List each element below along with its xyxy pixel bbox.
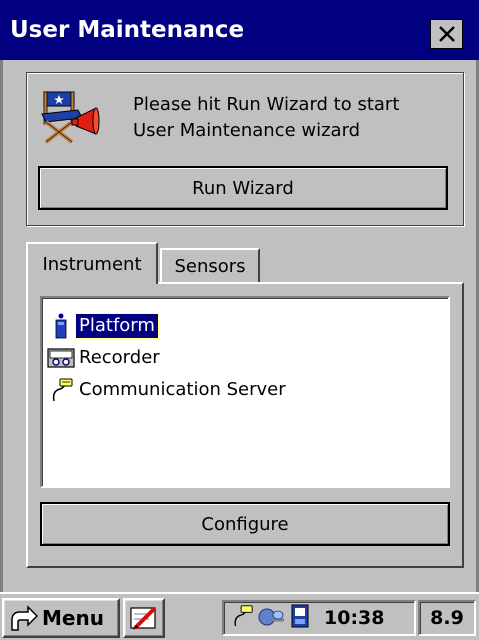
connector-icon [46,377,76,403]
taskbar: Menu 10:38 8.9 [0,592,479,640]
start-menu-button[interactable]: Menu [2,598,120,638]
clock[interactable]: 10:38 [324,607,384,629]
version-indicator: 8.9 [418,600,476,636]
recorder-icon [46,345,76,371]
wizard-instructions: Please hit Run Wizard to start User Main… [133,92,453,144]
platform-icon [46,313,76,339]
connector-icon[interactable] [230,603,254,633]
instrument-list[interactable]: Platform Recorder Communication Server [40,296,450,488]
storage-card-icon[interactable] [290,604,310,632]
close-icon [438,26,455,42]
tab-joint [28,280,156,284]
tab-sensors[interactable]: Sensors [160,248,260,282]
input-panel-button[interactable] [123,598,165,638]
directors-chair-icon [38,88,100,146]
close-button[interactable] [430,19,463,49]
network-icon[interactable] [258,604,286,632]
configure-button[interactable]: Configure [40,502,450,546]
list-item-platform[interactable]: Platform [46,312,159,340]
system-tray: 10:38 [222,600,416,636]
list-item-recorder[interactable]: Recorder [46,344,163,372]
window-title: User Maintenance [10,17,245,43]
list-item-communication-server[interactable]: Communication Server [46,376,289,404]
title-bar: User Maintenance [0,0,479,60]
start-menu-label: Menu [42,606,104,630]
list-item-label: Communication Server [79,379,286,400]
tab-instrument[interactable]: Instrument [26,242,158,284]
list-item-label: Recorder [79,347,160,368]
run-wizard-button[interactable]: Run Wizard [38,166,448,210]
pen-icon [130,606,157,630]
wizard-message-line1: Please hit Run Wizard to start [133,94,400,115]
list-item-label: Platform [75,313,159,339]
start-icon [11,605,39,631]
wizard-message-line2: User Maintenance wizard [133,120,361,141]
